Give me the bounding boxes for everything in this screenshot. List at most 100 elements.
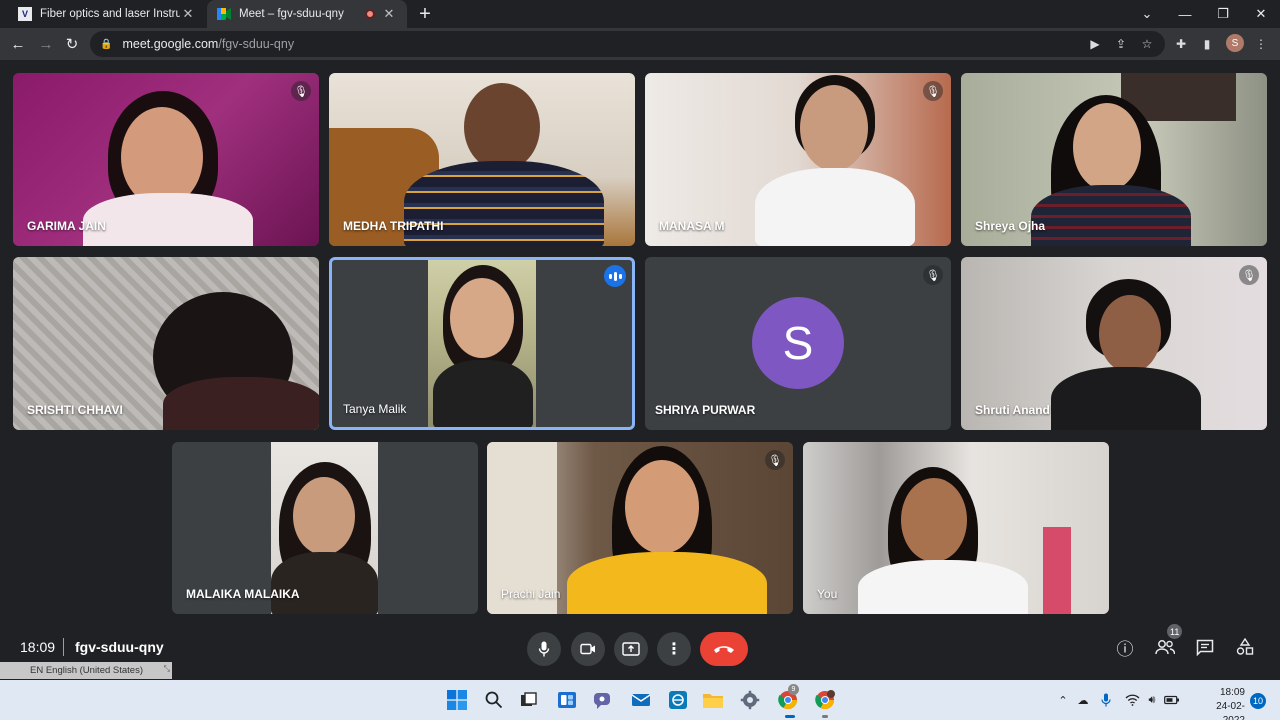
windows-start-icon[interactable]: [445, 688, 469, 712]
person-body: [755, 168, 915, 246]
avatar: S: [752, 297, 844, 389]
mic-off-icon: 🎙: [1239, 265, 1259, 285]
person-face: [464, 83, 540, 171]
file-explorer-icon[interactable]: [701, 688, 725, 712]
mic-off-icon: 🎙: [765, 450, 785, 470]
search-icon[interactable]: [482, 688, 506, 712]
volume-icon[interactable]: 🔊︎: [1144, 692, 1160, 708]
meeting-controls-bar: 18:09 fgv-sduu-qny ⋮ ⓘ 11: [0, 620, 1280, 680]
person-body: [567, 552, 767, 614]
extensions-icon[interactable]: ✚: [1172, 35, 1190, 53]
chat-icon[interactable]: [1193, 635, 1217, 659]
chrome-icon[interactable]: 9: [776, 684, 800, 712]
participant-tile[interactable]: 🎙 Prachi Jain: [487, 442, 793, 614]
call-end-icon: [714, 646, 734, 653]
side-panel-icon[interactable]: ▮: [1198, 35, 1216, 53]
recording-icon: [365, 9, 375, 19]
battery-icon[interactable]: [1164, 692, 1180, 708]
maximize-button[interactable]: ❐: [1204, 0, 1242, 28]
widgets-icon[interactable]: [555, 688, 579, 712]
language-bar-grip-icon[interactable]: ⤡: [164, 664, 170, 674]
notification-count-badge[interactable]: 10: [1250, 693, 1266, 709]
address-bar[interactable]: 🔒 meet.google.com/fgv-sduu-qny: [90, 31, 1165, 57]
divider: [63, 638, 64, 656]
taskbar-time: 18:09: [1219, 687, 1245, 698]
participant-tile[interactable]: MALAIKA MALAIKA: [172, 442, 478, 614]
show-hidden-icons-icon[interactable]: ⌃: [1055, 692, 1071, 708]
reload-icon[interactable]: ↻: [60, 32, 84, 56]
edge-app-icon[interactable]: [666, 688, 690, 712]
tab-search-icon[interactable]: ⌄: [1128, 0, 1166, 28]
person-face: [800, 85, 868, 171]
vi-logo-icon: V: [18, 7, 32, 21]
participant-tile[interactable]: 🎙 Shruti Anand: [961, 257, 1267, 430]
url-host: meet.google.com: [122, 37, 219, 51]
browser-toolbar: ← → ↻ 🔒 meet.google.com/fgv-sduu-qny ▶ ⇪…: [0, 28, 1280, 60]
chrome-badge: 9: [788, 684, 799, 695]
leave-call-button[interactable]: [700, 632, 748, 666]
menu-dots-icon[interactable]: ⋮: [1252, 35, 1270, 53]
profile-avatar[interactable]: S: [1226, 34, 1244, 52]
participant-name: SRISHTI CHHAVI: [27, 403, 123, 417]
participant-tile[interactable]: MEDHA TRIPATHI: [329, 73, 635, 246]
tab-meet[interactable]: Meet – fgv-sduu-qny ✕: [207, 0, 407, 28]
back-icon[interactable]: ←: [6, 32, 30, 56]
new-tab-button[interactable]: +: [414, 3, 436, 25]
participant-tile[interactable]: Shreya Ojha: [961, 73, 1267, 246]
present-screen-button[interactable]: [614, 632, 648, 666]
close-window-button[interactable]: ✕: [1242, 0, 1280, 28]
microphone-button[interactable]: [527, 632, 561, 666]
mic-off-icon: 🎙: [923, 81, 943, 101]
share-icon[interactable]: ⇪: [1112, 35, 1130, 53]
tab-title: Meet – fgv-sduu-qny: [239, 8, 344, 20]
participant-name: MANASA M: [659, 219, 725, 233]
person-face: [1099, 295, 1161, 373]
participant-tile-self[interactable]: You: [803, 442, 1109, 614]
meeting-code: fgv-sduu-qny: [75, 639, 164, 655]
mail-icon[interactable]: [629, 688, 653, 712]
taskbar-clock[interactable]: 18:09 24-02-2022: [1205, 686, 1245, 720]
participant-name: SHRIYA PURWAR: [655, 403, 756, 417]
forward-icon[interactable]: →: [34, 32, 58, 56]
wifi-icon[interactable]: [1124, 692, 1140, 708]
person-face: [293, 477, 355, 555]
person-body: [1051, 367, 1201, 430]
tab-fiber-optics[interactable]: V Fiber optics and laser Instrument ✕: [8, 0, 206, 28]
chrome-profile-icon[interactable]: [813, 688, 837, 712]
close-tab-icon[interactable]: ✕: [180, 6, 196, 22]
participant-tile[interactable]: 🎙 GARIMA JAIN: [13, 73, 319, 246]
language-bar[interactable]: EN English (United States) ⤡: [0, 662, 172, 679]
participant-name: Tanya Malik: [343, 402, 407, 416]
meeting-time: 18:09: [20, 639, 56, 655]
close-tab-icon[interactable]: ✕: [381, 6, 397, 22]
participant-tile[interactable]: S 🎙 SHRIYA PURWAR: [645, 257, 951, 430]
bookmark-star-icon[interactable]: ☆: [1138, 35, 1156, 53]
meeting-details-icon[interactable]: ⓘ: [1113, 635, 1137, 659]
participant-name: You: [817, 587, 838, 601]
more-options-button[interactable]: ⋮: [657, 632, 691, 666]
video-feed: [428, 260, 536, 427]
activities-icon[interactable]: [1233, 635, 1257, 659]
camera-in-use-icon[interactable]: ▶: [1086, 35, 1104, 53]
person-body: [433, 360, 533, 427]
participant-tile[interactable]: SRISHTI CHHAVI: [13, 257, 319, 430]
teams-chat-icon[interactable]: [591, 688, 615, 712]
taskbar-date: 24-02-2022: [1216, 701, 1245, 720]
onedrive-icon[interactable]: ☁: [1075, 692, 1091, 708]
task-view-icon[interactable]: [517, 688, 541, 712]
camera-button[interactable]: [571, 632, 605, 666]
participant-name: MALAIKA MALAIKA: [186, 587, 300, 601]
settings-icon[interactable]: [738, 688, 762, 712]
participant-tile[interactable]: 🎙 MANASA M: [645, 73, 951, 246]
person-face: [121, 107, 203, 207]
participant-name: GARIMA JAIN: [27, 219, 106, 233]
person-face: [901, 478, 967, 562]
participant-tile-active-speaker[interactable]: Tanya Malik: [329, 257, 635, 430]
person-body: [404, 161, 604, 246]
minimize-button[interactable]: —: [1166, 0, 1204, 28]
microphone-icon: [538, 641, 550, 657]
person-face: [625, 460, 699, 554]
person-face: [1073, 103, 1141, 191]
microphone-in-use-icon[interactable]: [1098, 692, 1114, 708]
mic-off-icon: 🎙: [291, 81, 311, 101]
